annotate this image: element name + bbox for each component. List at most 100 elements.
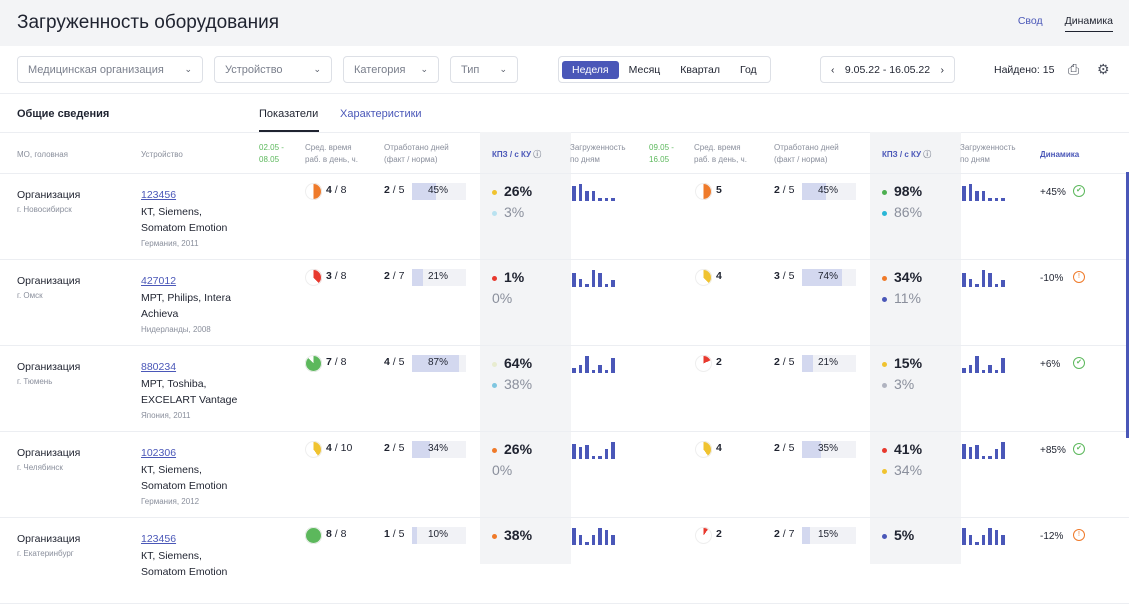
spark-bar: [968, 184, 972, 201]
spark-bar: [598, 273, 602, 287]
spark-bar: [962, 443, 966, 459]
tab-dinamika[interactable]: Динамика: [1064, 15, 1113, 32]
kpz-value-secondary: 86%: [882, 204, 922, 220]
bar-percent: 21%: [817, 357, 838, 368]
avg-time-value: 8 / 8: [326, 528, 347, 540]
spark-bar: [578, 184, 582, 201]
device-origin: Япония, 2011: [141, 411, 191, 420]
time-pie: [305, 183, 322, 200]
col-kpz-2: КПЗ / с КУ ⓘ: [882, 150, 932, 159]
kpz-value-secondary: 0%: [492, 290, 513, 306]
info-icon[interactable]: ⓘ: [533, 150, 541, 159]
spark-bar: [591, 534, 595, 545]
worked-days-value: 2 / 5: [774, 184, 795, 196]
kpz-value: 98%: [882, 183, 922, 199]
period-week[interactable]: Неделя: [562, 60, 619, 79]
chevron-right-icon[interactable]: ›: [941, 64, 945, 76]
avg-time-value: 3 / 8: [326, 270, 347, 282]
device-id-link[interactable]: 880234: [141, 361, 176, 373]
kpz-value-secondary: 3%: [492, 204, 524, 220]
spark-bar: [988, 364, 992, 373]
col-avg-time-2: Сред. время раб. в день, ч.: [694, 143, 747, 164]
device-name: КТ, Siemens, Somatom Emotion Германия, 20…: [141, 206, 228, 248]
kpz-dot: [882, 189, 887, 195]
category-select[interactable]: Категория ⌄: [343, 56, 439, 83]
col-device: Устройство: [141, 150, 183, 159]
spark-bar: [611, 280, 615, 287]
spark-bar: [604, 370, 608, 373]
time-pie: [695, 441, 712, 458]
spark-bar: [604, 448, 608, 459]
spark-bar: [598, 456, 602, 459]
avg-time-value: 2: [716, 528, 722, 540]
spark-bar: [572, 367, 576, 373]
spark-bar: [968, 278, 972, 287]
info-icon[interactable]: ⓘ: [923, 150, 931, 159]
time-pie: [695, 269, 712, 286]
spark-bar: [611, 198, 615, 201]
device-id-link[interactable]: 123456: [141, 189, 176, 201]
print-icon[interactable]: ⎙: [1068, 61, 1079, 78]
device-id-link[interactable]: 123456: [141, 533, 176, 545]
time-pie: [305, 269, 322, 286]
date-range-label: 9.05.22 - 16.05.22: [844, 63, 931, 76]
spark-bar: [572, 185, 576, 201]
tab-svod[interactable]: Свод: [1018, 15, 1043, 32]
spark-bar: [975, 356, 979, 373]
spark-bar: [994, 529, 998, 545]
bar-percent: 87%: [427, 357, 448, 368]
spark-bar: [572, 273, 576, 287]
device-name: МРТ, Toshiba, EXCELART Vantage Япония, 20…: [141, 378, 238, 420]
period-quarter[interactable]: Квартал: [670, 61, 730, 79]
type-select[interactable]: Тип ⌄: [450, 56, 518, 83]
device-id-link[interactable]: 102306: [141, 447, 176, 459]
time-pie: [695, 183, 712, 200]
device-origin: Германия, 2012: [141, 497, 200, 506]
table-header: МО, головная Устройство 02.05 - 08.05 Ср…: [0, 133, 1129, 174]
tab-indicators[interactable]: Показатели: [259, 108, 318, 120]
avg-time-value: 4 / 10: [326, 442, 353, 454]
tab-characteristics[interactable]: Характеристики: [340, 108, 422, 120]
kpz-dot-2: [882, 210, 887, 216]
device-id-link[interactable]: 427012: [141, 275, 176, 287]
kpz-value: 26%: [492, 183, 532, 199]
col-avg-time: Сред. время раб. в день, ч.: [305, 143, 358, 164]
time-pie: [305, 441, 322, 458]
spark-bar: [585, 541, 589, 545]
spark-bar: [578, 278, 582, 287]
gear-icon[interactable]: ⚙: [1097, 61, 1110, 78]
spark-bar: [994, 198, 998, 201]
chevron-left-icon[interactable]: ‹: [831, 64, 835, 76]
spark-bar: [962, 528, 966, 545]
bar-percent: 34%: [427, 443, 448, 454]
time-pie: [305, 355, 322, 372]
spark-bar: [1001, 198, 1005, 201]
org-name: Организация: [17, 189, 81, 201]
period-year[interactable]: Год: [730, 61, 767, 79]
dynamics-value: +85%: [1040, 445, 1066, 456]
spark-bar: [604, 198, 608, 201]
col-period-2: 09.05 - 16.05: [649, 143, 674, 164]
load-sparkline: [962, 270, 1005, 287]
device-name: КТ, Siemens, Somatom Emotion: [141, 550, 228, 578]
spark-bar: [975, 541, 979, 545]
col-kpz: КПЗ / с КУ ⓘ: [492, 150, 542, 159]
org-select[interactable]: Медицинская организация ⌄: [17, 56, 203, 83]
load-sparkline: [962, 528, 1005, 545]
kpz-dot: [492, 189, 497, 195]
device-select[interactable]: Устройство ⌄: [214, 56, 332, 83]
kpz-dot-2: [882, 296, 887, 302]
kpz-dot-2: [882, 382, 887, 388]
period-month[interactable]: Месяц: [619, 61, 671, 79]
worked-days-value: 2 / 5: [384, 442, 405, 454]
avg-time-value: 7 / 8: [326, 356, 347, 368]
spark-bar: [975, 284, 979, 287]
chevron-down-icon: ⌄: [420, 64, 428, 74]
spark-bar: [988, 198, 992, 201]
spark-bar: [962, 185, 966, 201]
table-row: Организация г. Тюмень 880234 МРТ, Toshib…: [0, 346, 1129, 432]
spark-bar: [968, 364, 972, 373]
kpz-value-secondary: 0%: [492, 462, 513, 478]
spark-bar: [585, 356, 589, 373]
spark-bar: [962, 367, 966, 373]
